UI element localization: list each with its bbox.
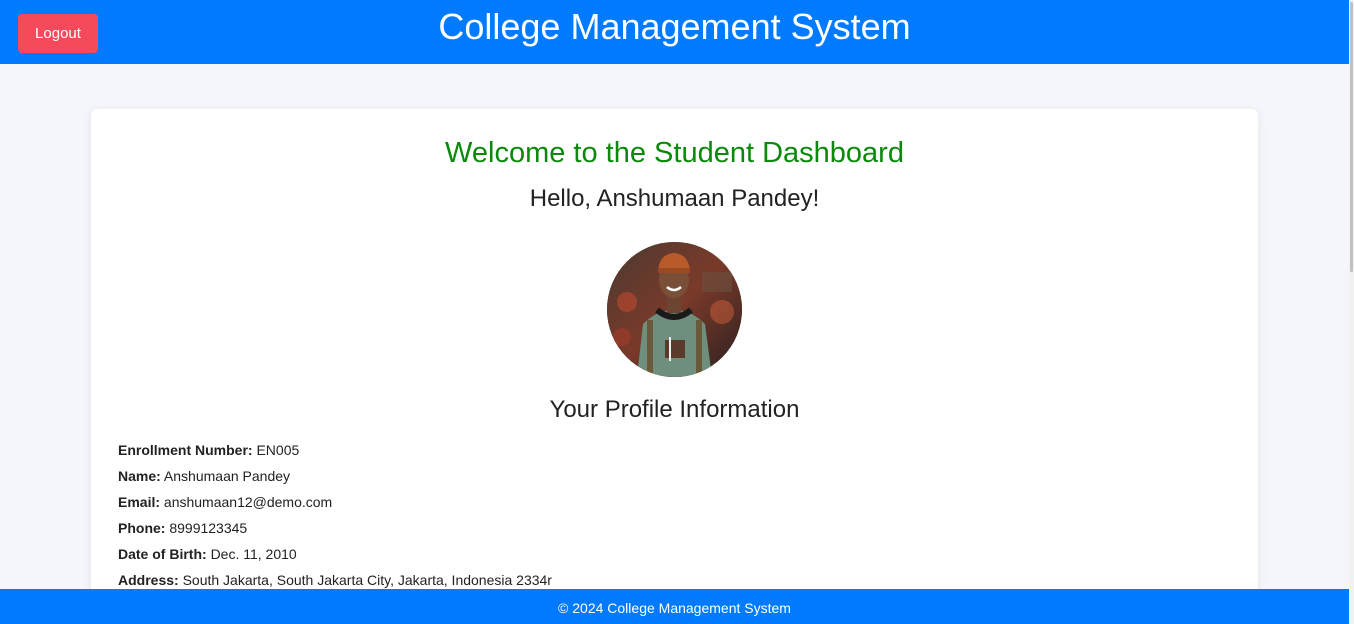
profile-row-name: Name: Anshumaan Pandey: [118, 463, 552, 489]
student-avatar-icon: [607, 242, 742, 377]
profile-label: Phone:: [118, 520, 166, 536]
profile-row-dob: Date of Birth: Dec. 11, 2010: [118, 541, 552, 567]
profile-value: Dec. 11, 2010: [210, 546, 297, 562]
header: Logout College Management System: [0, 0, 1349, 64]
profile-value: EN005: [256, 442, 300, 458]
profile-info-list: Enrollment Number: EN005 Name: Anshumaan…: [118, 437, 552, 593]
profile-label: Enrollment Number:: [118, 442, 253, 458]
profile-label: Name:: [118, 468, 161, 484]
greeting-heading: Hello, Anshumaan Pandey!: [529, 185, 820, 212]
welcome-heading: Welcome to the Student Dashboard: [445, 137, 904, 169]
profile-row-phone: Phone: 8999123345: [118, 515, 552, 541]
page: Logout College Management System Welcome…: [0, 0, 1354, 624]
dashboard-card: Welcome to the Student Dashboard Hello, …: [91, 109, 1258, 624]
avatar: [607, 242, 742, 377]
profile-heading: Your Profile Information: [549, 396, 800, 423]
page-scrollbar[interactable]: [1349, 0, 1354, 624]
profile-value: 8999123345: [169, 520, 248, 536]
profile-label: Address:: [118, 572, 179, 588]
app-title: College Management System: [438, 6, 911, 47]
profile-label: Date of Birth:: [118, 546, 207, 562]
profile-value: South Jakarta, South Jakarta City, Jakar…: [182, 572, 552, 588]
profile-row-email: Email: anshumaan12@demo.com: [118, 489, 552, 515]
profile-label: Email:: [118, 494, 161, 510]
scrollbar-thumb[interactable]: [1350, 2, 1353, 272]
profile-value: Anshumaan Pandey: [163, 468, 291, 484]
profile-row-enrollment: Enrollment Number: EN005: [118, 437, 552, 463]
footer: © 2024 College Management System: [0, 589, 1349, 624]
profile-value: anshumaan12@demo.com: [163, 494, 333, 510]
